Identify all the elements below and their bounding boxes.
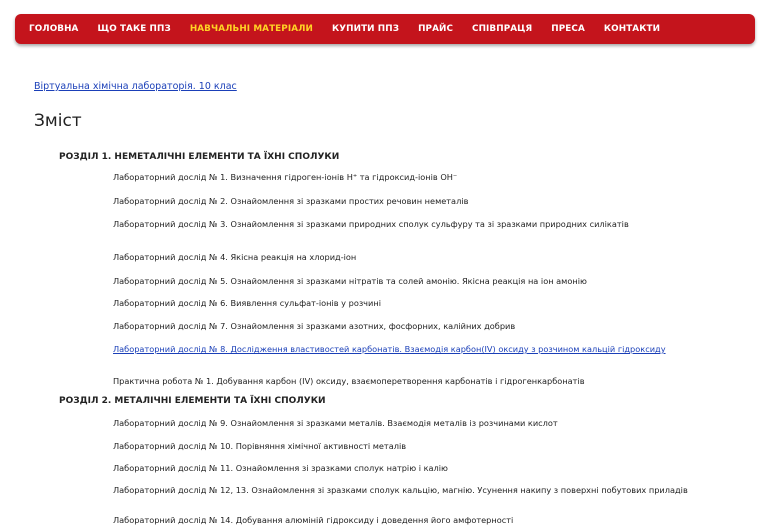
list-item: Лабораторний дослід № 5. Ознайомлення зі…: [113, 276, 587, 286]
list-item: Лабораторний дослід № 1. Визначення гідр…: [113, 172, 458, 182]
nav-item-price[interactable]: ПРАЙС: [418, 24, 453, 34]
list-item: Лабораторний дослід № 12, 13. Ознайомлен…: [113, 485, 688, 495]
nav-item-cooperation[interactable]: СПІВПРАЦЯ: [472, 24, 532, 34]
list-item: Практична робота № 1. Добування карбон (…: [113, 376, 585, 386]
list-item: Лабораторний дослід № 10. Порівняння хім…: [113, 441, 407, 451]
list-item: Лабораторний дослід № 3. Ознайомлення зі…: [113, 219, 629, 229]
list-item: Лабораторний дослід № 14. Добування алюм…: [113, 515, 514, 525]
list-item-link[interactable]: Лабораторний дослід № 8. Дослідження вла…: [113, 344, 725, 355]
nav-item-buy[interactable]: КУПИТИ ППЗ: [332, 24, 399, 34]
nav-item-materials[interactable]: НАВЧАЛЬНІ МАТЕРІАЛИ: [190, 24, 313, 34]
section-title: РОЗДІЛ 1. НЕМЕТАЛІЧНІ ЕЛЕМЕНТИ ТА ЇХНІ С…: [59, 152, 340, 162]
main-nav: ГОЛОВНА ЩО ТАКЕ ППЗ НАВЧАЛЬНІ МАТЕРІАЛИ …: [15, 14, 755, 44]
list-item: Лабораторний дослід № 7. Ознайомлення зі…: [113, 321, 516, 331]
list-item: Лабораторний дослід № 6. Виявлення сульф…: [113, 298, 381, 308]
section-title: РОЗДІЛ 2. МЕТАЛІЧНІ ЕЛЕМЕНТИ ТА ЇХНІ СПО…: [59, 396, 326, 406]
nav-item-press[interactable]: ПРЕСА: [551, 24, 585, 34]
list-item: Лабораторний дослід № 2. Ознайомлення зі…: [113, 196, 469, 206]
nav-item-contacts[interactable]: КОНТАКТИ: [604, 24, 660, 34]
list-item: Лабораторний дослід № 11. Ознайомлення з…: [113, 463, 448, 473]
nav-item-home[interactable]: ГОЛОВНА: [29, 24, 78, 34]
breadcrumb-link[interactable]: Віртуальна хімічна лабораторія. 10 клас: [34, 81, 237, 92]
list-item: Лабораторний дослід № 4. Якісна реакція …: [113, 252, 357, 262]
nav-item-what-is[interactable]: ЩО ТАКЕ ППЗ: [97, 24, 170, 34]
page-title: Зміст: [34, 111, 82, 131]
list-item: Лабораторний дослід № 9. Ознайомлення зі…: [113, 418, 558, 428]
